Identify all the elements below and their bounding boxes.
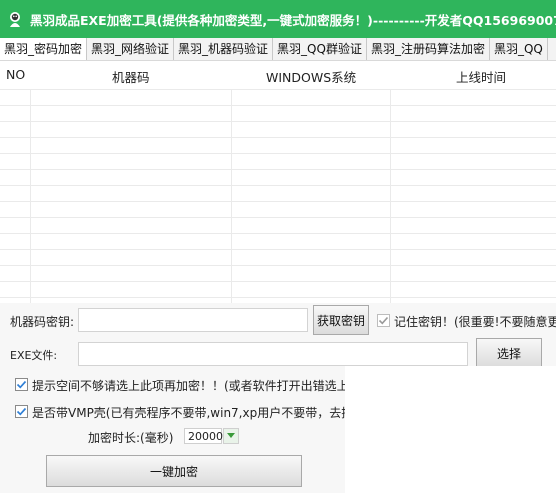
column-header-online-time[interactable]: 上线时间 bbox=[456, 67, 506, 86]
column-header-machine-code[interactable]: 机器码 bbox=[112, 67, 150, 86]
check-icon bbox=[16, 407, 27, 416]
duration-dropdown-button[interactable] bbox=[223, 428, 239, 444]
duration-select[interactable]: 20000 bbox=[184, 428, 223, 444]
row-divider bbox=[0, 297, 556, 298]
tab-qq-group-verify[interactable]: 黑羽_QQ群验证 bbox=[273, 38, 367, 60]
row-divider bbox=[0, 233, 556, 234]
encrypt-button[interactable]: 一键加密 bbox=[46, 455, 302, 487]
exe-file-label: EXE文件: bbox=[10, 349, 58, 362]
column-header-windows-system[interactable]: WINDOWS系统 bbox=[266, 67, 356, 86]
machine-list-table[interactable]: NO 机器码 WINDOWS系统 上线时间 bbox=[0, 61, 556, 303]
blank-area bbox=[345, 366, 556, 493]
tab-qq-more[interactable]: 黑羽_QQ bbox=[490, 38, 548, 60]
row-divider bbox=[0, 137, 556, 138]
get-key-button[interactable]: 获取密钥 bbox=[313, 305, 369, 335]
choose-file-button[interactable]: 选择 bbox=[476, 338, 542, 368]
tab-bar: 黑羽_密码加密 黑羽_网络验证 黑羽_机器码验证 黑羽_QQ群验证 黑羽_注册码算法加密… bbox=[0, 38, 556, 61]
row-divider bbox=[0, 185, 556, 186]
remember-key-checkbox[interactable] bbox=[377, 314, 390, 327]
row-divider bbox=[0, 89, 556, 90]
row-divider bbox=[0, 265, 556, 266]
space-hint-label: 提示空间不够请选上此项再加密！！(或者软件打开出错选上 bbox=[32, 379, 345, 393]
window-title: 黑羽成品EXE加密工具(提供各种加密类型,一键式加密服务！)----------… bbox=[30, 12, 556, 28]
table-body bbox=[0, 89, 556, 303]
tab-password-encrypt[interactable]: 黑羽_密码加密 bbox=[0, 38, 88, 60]
table-header: NO 机器码 WINDOWS系统 上线时间 bbox=[0, 61, 556, 89]
tab-machine-code-verify[interactable]: 黑羽_机器码验证 bbox=[174, 38, 274, 60]
chevron-down-icon bbox=[227, 433, 235, 438]
row-divider bbox=[0, 249, 556, 250]
vmp-label: 是否带VMP壳(已有壳程序不要带,win7,xp用户不要带，去掉 bbox=[32, 406, 345, 420]
machine-key-label: 机器码密钥: bbox=[10, 315, 75, 329]
app-logo-icon bbox=[10, 12, 20, 27]
row-divider bbox=[0, 105, 556, 106]
space-hint-checkbox[interactable] bbox=[15, 378, 28, 391]
tab-network-verify[interactable]: 黑羽_网络验证 bbox=[87, 38, 175, 60]
row-divider bbox=[0, 121, 556, 122]
remember-key-label: 记住密钥！(很重要!不要随意更 bbox=[394, 315, 556, 329]
row-divider bbox=[0, 201, 556, 202]
check-icon bbox=[16, 380, 27, 389]
duration-label: 加密时长:(毫秒) bbox=[88, 431, 174, 445]
column-header-no[interactable]: NO bbox=[6, 67, 25, 82]
tab-regcode-algorithm[interactable]: 黑羽_注册码算法加密 bbox=[367, 38, 490, 60]
check-icon bbox=[378, 316, 389, 325]
machine-key-input[interactable] bbox=[78, 308, 308, 332]
row-divider bbox=[0, 217, 556, 218]
exe-file-input[interactable] bbox=[78, 342, 468, 366]
settings-panel: 机器码密钥: 获取密钥 记住密钥！(很重要!不要随意更 EXE文件: 选择 提示… bbox=[0, 303, 556, 493]
row-divider bbox=[0, 281, 556, 282]
vmp-checkbox[interactable] bbox=[15, 405, 28, 418]
title-bar: 黑羽成品EXE加密工具(提供各种加密类型,一键式加密服务！)----------… bbox=[0, 0, 556, 38]
row-divider bbox=[0, 153, 556, 154]
row-divider bbox=[0, 169, 556, 170]
